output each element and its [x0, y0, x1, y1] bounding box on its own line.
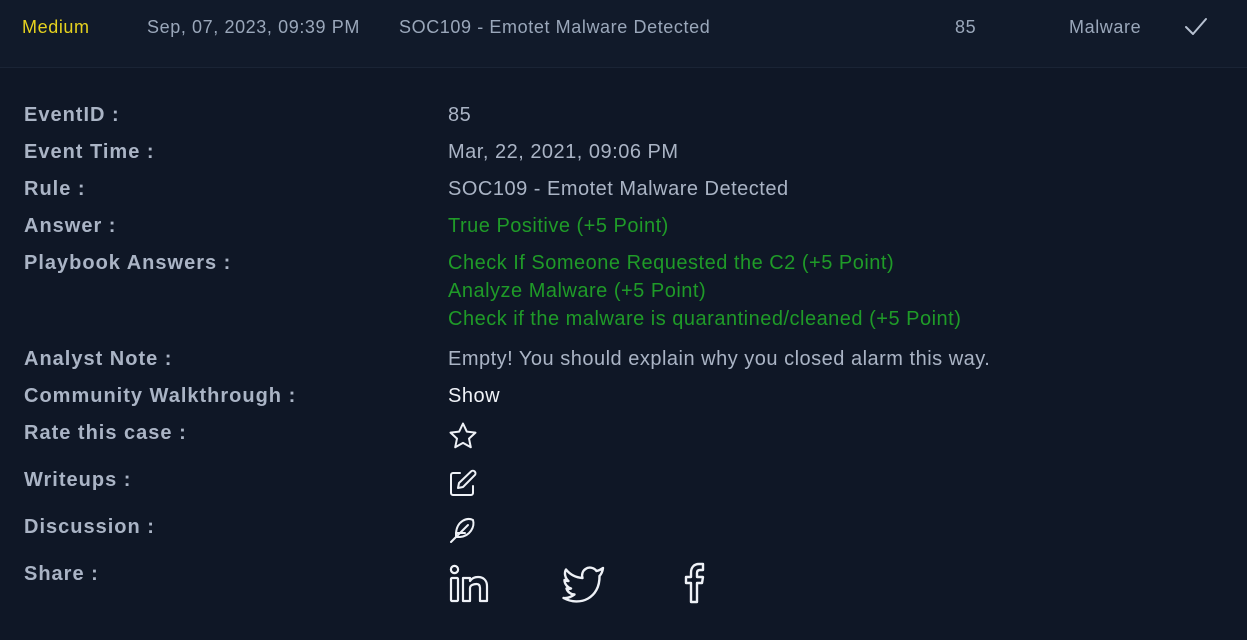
twitter-icon[interactable]	[562, 562, 606, 604]
playbook-label: Playbook Answers :	[24, 252, 232, 274]
feather-icon[interactable]	[448, 515, 478, 545]
rule-value: SOC109 - Emotet Malware Detected	[448, 178, 789, 200]
walkthrough-show-link[interactable]: Show	[448, 385, 500, 408]
rate-label: Rate this case :	[24, 422, 187, 444]
event-time-label: Event Time :	[24, 141, 155, 163]
rule-label: Rule :	[24, 178, 86, 200]
playbook-answer: Check if the malware is quarantined/clea…	[448, 308, 962, 330]
analyst-note-value: Empty! You should explain why you closed…	[448, 348, 991, 370]
playbook-answer: Analyze Malware (+5 Point)	[448, 280, 707, 302]
analyst-note-label: Analyst Note :	[24, 348, 173, 370]
discussion-label: Discussion :	[24, 516, 155, 538]
share-label: Share :	[24, 563, 99, 585]
playbook-answer: Check If Someone Requested the C2 (+5 Po…	[448, 252, 895, 274]
walkthrough-label: Community Walkthrough :	[24, 385, 297, 407]
edit-icon[interactable]	[448, 468, 478, 498]
linkedin-icon[interactable]	[448, 562, 490, 604]
event-id-value: 85	[448, 104, 472, 126]
writeups-label: Writeups :	[24, 469, 132, 491]
event-id-label: EventID :	[24, 104, 120, 126]
answer-label: Answer :	[24, 215, 117, 237]
star-icon[interactable]	[448, 421, 478, 451]
facebook-icon[interactable]	[683, 562, 713, 604]
answer-value: True Positive (+5 Point)	[448, 215, 669, 237]
alert-details: EventID : 85 Event Time : Mar, 22, 2021,…	[0, 0, 1247, 640]
event-time-value: Mar, 22, 2021, 09:06 PM	[448, 141, 679, 163]
